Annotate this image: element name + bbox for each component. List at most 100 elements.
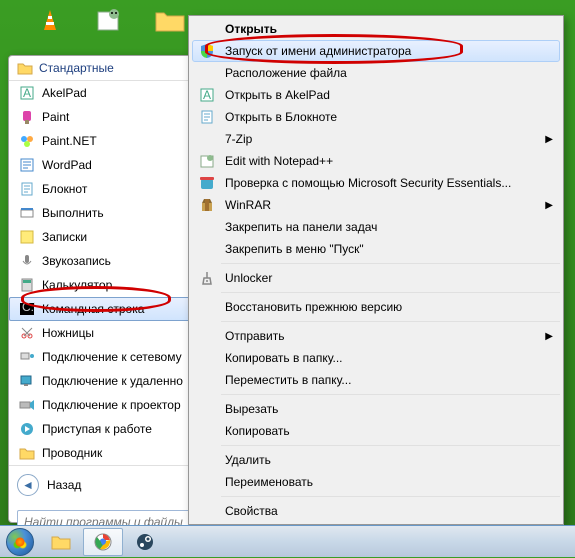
context-menu-item[interactable]: Переименовать [192, 471, 560, 493]
context-menu-separator [221, 496, 560, 497]
context-menu-item[interactable]: A Открыть в AkelPad [192, 84, 560, 106]
svg-text:A: A [203, 88, 211, 102]
context-menu-label: Закрепить в меню "Пуск" [225, 242, 364, 256]
folder-icon [17, 61, 33, 75]
context-menu-label: Восстановить прежнюю версию [225, 300, 402, 314]
context-menu-label: Проверка с помощью Microsoft Security Es… [225, 176, 511, 190]
program-label: Проводник [42, 446, 102, 460]
snip-icon [18, 325, 36, 341]
program-label: Подключение к удаленно [42, 374, 183, 388]
unlocker-icon [199, 270, 215, 286]
context-menu-item[interactable]: Проверка с помощью Microsoft Security Es… [192, 172, 560, 194]
program-label: Блокнот [42, 182, 87, 196]
program-label: AkelPad [42, 86, 87, 100]
program-label: Выполнить [42, 206, 104, 220]
context-menu-label: Переместить в папку... [225, 373, 351, 387]
context-menu-item[interactable]: Запуск от имени администратора [192, 40, 560, 62]
context-menu-item[interactable]: Переместить в папку... [192, 369, 560, 391]
context-menu-item[interactable]: Копировать [192, 420, 560, 442]
notepad-icon [18, 181, 36, 197]
folder-desktop-icon[interactable] [150, 5, 190, 35]
taskbar-chrome[interactable] [83, 528, 123, 556]
context-menu-item[interactable]: 7-Zip ▶ [192, 128, 560, 150]
program-label: Командная строка [42, 302, 144, 316]
back-label: Назад [47, 478, 81, 492]
context-menu-item[interactable]: Удалить [192, 449, 560, 471]
program-label: Звукозапись [42, 254, 111, 268]
start-orb-icon [6, 528, 34, 556]
context-menu: Открыть Запуск от имени администратора Рас… [188, 15, 564, 525]
submenu-arrow-icon: ▶ [545, 134, 553, 145]
submenu-arrow-icon: ▶ [545, 331, 553, 342]
program-label: Ножницы [42, 326, 94, 340]
context-menu-label: Копировать в папку... [225, 351, 343, 365]
cmd-icon: C:\ [18, 301, 36, 317]
context-menu-label: Отправить [225, 329, 285, 343]
context-menu-item[interactable]: Закрепить в меню "Пуск" [192, 238, 560, 260]
run-icon [18, 205, 36, 221]
context-menu-separator [221, 445, 560, 446]
notepad-icon [199, 109, 215, 125]
program-label: Калькулятор [42, 278, 112, 292]
context-menu-label: Расположение файла [225, 66, 347, 80]
context-menu-label: Копировать [225, 424, 290, 438]
akelpad-icon: A [18, 85, 36, 101]
notepadpp-icon [199, 153, 215, 169]
taskbar [0, 525, 575, 557]
program-label: Paint.NET [42, 134, 97, 148]
calc-icon [18, 277, 36, 293]
context-menu-separator [221, 292, 560, 293]
context-menu-label: Открыть [225, 22, 277, 36]
context-menu-separator [221, 394, 560, 395]
context-menu-item[interactable]: Свойства [192, 500, 560, 522]
context-menu-label: Удалить [225, 453, 271, 467]
context-menu-label: Вырезать [225, 402, 278, 416]
mse-icon [199, 175, 215, 191]
context-menu-label: Открыть в Блокноте [225, 110, 337, 124]
context-menu-item[interactable]: Edit with Notepad++ [192, 150, 560, 172]
context-menu-label: Закрепить на панели задач [225, 220, 377, 234]
context-menu-item[interactable]: Открыть [192, 18, 560, 40]
context-menu-label: Свойства [225, 504, 278, 518]
context-menu-label: Открыть в AkelPad [225, 88, 330, 102]
submenu-arrow-icon: ▶ [545, 200, 553, 211]
context-menu-item[interactable]: Копировать в папку... [192, 347, 560, 369]
stickynotes-icon [18, 229, 36, 245]
context-menu-items: Открыть Запуск от имени администратора Рас… [191, 18, 561, 522]
svg-text:C:\: C:\ [22, 301, 35, 314]
program-label: Записки [42, 230, 87, 244]
program-label: Подключение к сетевому [42, 350, 182, 364]
context-menu-item[interactable]: Отправить ▶ [192, 325, 560, 347]
start-header-title: Стандартные [39, 61, 114, 75]
explorer-icon [18, 445, 36, 461]
svg-text:A: A [23, 86, 31, 100]
program-label: WordPad [42, 158, 92, 172]
context-menu-label: WinRAR [225, 198, 271, 212]
start-button[interactable] [0, 526, 40, 558]
context-menu-item[interactable]: Unlocker [192, 267, 560, 289]
paintnet-icon [18, 133, 36, 149]
program-label: Приступая к работе [42, 422, 152, 436]
notepadpp-desktop-icon[interactable] [90, 5, 130, 35]
taskbar-explorer[interactable] [41, 528, 81, 556]
context-menu-label: Переименовать [225, 475, 313, 489]
taskbar-steam[interactable] [125, 528, 165, 556]
context-menu-item[interactable]: Вырезать [192, 398, 560, 420]
wordpad-icon [18, 157, 36, 173]
netproj-icon [18, 349, 36, 365]
shield-icon [199, 43, 215, 59]
context-menu-item[interactable]: Открыть в Блокноте [192, 106, 560, 128]
akelpad-icon: A [199, 87, 215, 103]
context-menu-item[interactable]: WinRAR ▶ [192, 194, 560, 216]
context-menu-item[interactable]: Закрепить на панели задач [192, 216, 560, 238]
context-menu-item[interactable]: Расположение файла [192, 62, 560, 84]
projector-icon [18, 397, 36, 413]
context-menu-item[interactable]: Восстановить прежнюю версию [192, 296, 560, 318]
context-menu-label: Unlocker [225, 271, 272, 285]
program-label: Paint [42, 110, 69, 124]
paint-icon [18, 109, 36, 125]
program-label: Подключение к проектор [42, 398, 181, 412]
vlc-desktop-icon[interactable] [30, 5, 70, 35]
back-arrow-icon: ◄ [17, 474, 39, 496]
context-menu-label: 7-Zip [225, 132, 252, 146]
